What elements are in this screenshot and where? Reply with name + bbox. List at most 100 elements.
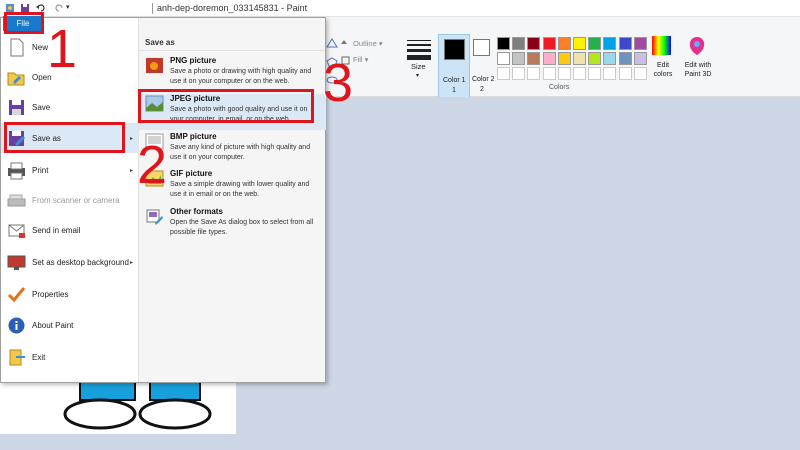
save-as-heading: Save as bbox=[145, 38, 175, 47]
menu-item-label: Print bbox=[32, 165, 49, 175]
menu-item-label: From scanner or camera bbox=[32, 195, 120, 205]
paint3d-icon[interactable] bbox=[686, 35, 708, 57]
menu-item-label: About Paint bbox=[32, 320, 74, 330]
menu-item-print[interactable]: Print ▸ bbox=[1, 155, 138, 185]
save-as-item-desc: Save a simple drawing with lower quality… bbox=[170, 181, 310, 198]
menu-item-send-email[interactable]: Send in email bbox=[1, 215, 138, 245]
save-as-item-title: PNG picture bbox=[170, 56, 217, 65]
scanner-icon bbox=[7, 194, 26, 206]
palette-swatch[interactable] bbox=[618, 52, 632, 65]
menu-item-label: New bbox=[32, 42, 49, 52]
new-file-icon bbox=[10, 38, 24, 56]
palette-swatch[interactable] bbox=[603, 37, 617, 50]
palette-swatch[interactable] bbox=[497, 37, 510, 50]
color1-sublabel: 1 bbox=[452, 87, 456, 94]
save-as-item-desc: Save any kind of picture with high quali… bbox=[170, 144, 311, 161]
color1-swatch bbox=[444, 39, 465, 60]
palette-empty-swatch[interactable] bbox=[618, 67, 632, 80]
menu-item-label: Properties bbox=[32, 289, 69, 299]
save-as-item-title: GIF picture bbox=[170, 169, 213, 178]
title-separator bbox=[152, 3, 153, 14]
submenu-arrow: ▸ bbox=[129, 259, 133, 266]
color2-button[interactable]: Color 2 2 bbox=[472, 34, 497, 98]
palette-swatch[interactable] bbox=[557, 37, 571, 50]
save-as-submenu: Save as PNG picture Save a photo or draw… bbox=[138, 18, 326, 382]
color1-label: Color 1 bbox=[443, 77, 466, 84]
save-as-other-formats[interactable]: Other formats Open the Save As dialog bo… bbox=[139, 207, 326, 243]
menu-item-exit[interactable]: Exit bbox=[1, 342, 138, 372]
palette-swatch[interactable] bbox=[527, 52, 541, 65]
palette-empty-swatch[interactable] bbox=[497, 67, 510, 80]
save-as-item-title: BMP picture bbox=[170, 132, 217, 141]
outline-dropdown[interactable]: Outline ▾ bbox=[353, 39, 383, 48]
submenu-arrow: ▸ bbox=[129, 135, 133, 142]
color-wheel-icon[interactable] bbox=[651, 35, 672, 56]
color2-label: Color 2 bbox=[472, 76, 495, 83]
palette-empty-swatch[interactable] bbox=[512, 67, 526, 80]
save-as-bmp[interactable]: BMP picture Save any kind of picture wit… bbox=[139, 132, 326, 168]
palette-swatch[interactable] bbox=[618, 37, 632, 50]
annotation-box-jpeg bbox=[138, 89, 314, 123]
palette-swatch[interactable] bbox=[588, 52, 602, 65]
menu-item-save[interactable]: Save bbox=[1, 92, 138, 122]
palette-swatch[interactable] bbox=[573, 37, 586, 50]
palette-swatch[interactable] bbox=[512, 37, 526, 50]
palette-empty-swatch[interactable] bbox=[633, 67, 647, 80]
redo-icon[interactable] bbox=[54, 3, 64, 13]
customize-quick-access-icon[interactable]: ▾ bbox=[66, 3, 70, 11]
menu-item-about-paint[interactable]: About Paint bbox=[1, 310, 138, 340]
annotation-number-3: 3 bbox=[323, 53, 354, 113]
menu-item-label: Set as desktop background bbox=[32, 257, 129, 267]
png-picture-icon bbox=[146, 58, 163, 73]
palette-swatch[interactable] bbox=[542, 37, 556, 50]
email-icon bbox=[8, 224, 25, 238]
size-dropdown-icon[interactable]: ▾ bbox=[416, 72, 419, 79]
palette-swatch[interactable] bbox=[633, 52, 647, 65]
color2-swatch bbox=[473, 39, 490, 56]
color1-button[interactable]: Color 1 1 bbox=[438, 34, 470, 98]
palette-empty-swatch[interactable] bbox=[542, 67, 556, 80]
palette-swatch[interactable] bbox=[603, 52, 617, 65]
palette-empty-swatch[interactable] bbox=[603, 67, 617, 80]
size-icon[interactable] bbox=[407, 39, 431, 61]
desktop-background-icon bbox=[7, 255, 26, 270]
menu-item-properties[interactable]: Properties bbox=[1, 279, 138, 309]
edit-colors-label[interactable]: Edit colors bbox=[651, 61, 675, 79]
save-as-item-desc: Open the Save As dialog box to select fr… bbox=[170, 219, 314, 236]
fill-dropdown[interactable]: Fill ▾ bbox=[353, 55, 368, 64]
save-as-heading-divider bbox=[139, 50, 325, 51]
palette-swatch[interactable] bbox=[588, 37, 602, 50]
palette-swatch[interactable] bbox=[573, 52, 586, 65]
palette-swatch[interactable] bbox=[527, 37, 541, 50]
menu-item-label: Save bbox=[32, 102, 51, 112]
save-as-png[interactable]: PNG picture Save a photo or drawing with… bbox=[139, 56, 326, 92]
palette-swatch[interactable] bbox=[512, 52, 526, 65]
palette-empty-swatch[interactable] bbox=[588, 67, 602, 80]
palette-swatch[interactable] bbox=[497, 52, 510, 65]
info-icon bbox=[8, 317, 25, 333]
shapes-scroll-up-icon[interactable] bbox=[340, 38, 348, 46]
exit-door-icon bbox=[9, 349, 25, 365]
doraemon-feet-image bbox=[63, 382, 212, 430]
palette-empty-swatch[interactable] bbox=[557, 67, 571, 80]
title-bar: ▾ anh-dep-doremon_033145831 - Paint bbox=[0, 0, 800, 17]
submenu-arrow: ▸ bbox=[129, 167, 133, 174]
size-label[interactable]: Size bbox=[411, 62, 426, 71]
menu-item-from-scanner[interactable]: From scanner or camera bbox=[1, 185, 138, 215]
save-as-gif[interactable]: GIF picture Save a simple drawing with l… bbox=[139, 169, 326, 205]
palette-empty-swatch[interactable] bbox=[573, 67, 586, 80]
annotation-box-file bbox=[4, 12, 44, 34]
color2-sublabel: 2 bbox=[480, 86, 484, 93]
palette-swatch[interactable] bbox=[542, 52, 556, 65]
annotation-number-2: 2 bbox=[137, 135, 168, 195]
menu-item-label: Send in email bbox=[32, 225, 81, 235]
palette-swatch[interactable] bbox=[557, 52, 571, 65]
menu-item-set-desktop-background[interactable]: Set as desktop background ▸ bbox=[1, 247, 138, 277]
palette-empty-swatch[interactable] bbox=[527, 67, 541, 80]
window-title: anh-dep-doremon_033145831 - Paint bbox=[157, 3, 308, 13]
palette-swatch[interactable] bbox=[633, 37, 647, 50]
edit-paint3d-label[interactable]: Edit with Paint 3D bbox=[678, 61, 718, 79]
other-formats-icon bbox=[146, 209, 163, 225]
colors-group-label: Colors bbox=[549, 84, 570, 91]
triangle-shape-icon[interactable] bbox=[326, 38, 338, 48]
